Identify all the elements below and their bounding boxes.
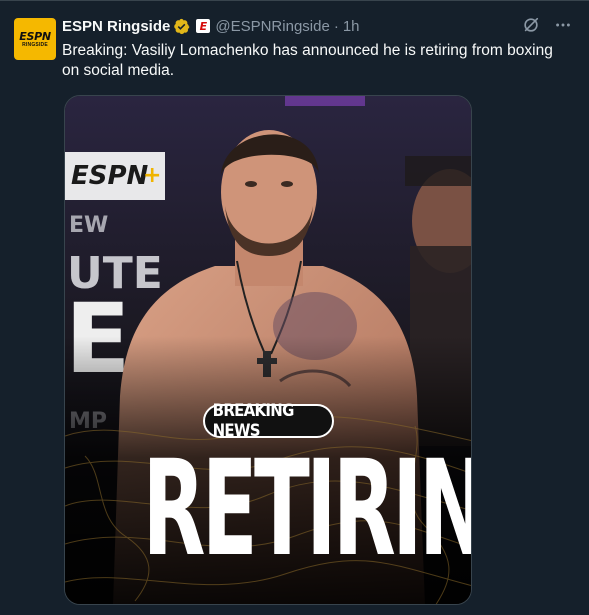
background-sign-text: ESPN bbox=[71, 161, 149, 191]
author-handle[interactable]: @ESPNRingside bbox=[215, 18, 329, 35]
avatar-logo-subtext: RINGSIDE bbox=[22, 41, 48, 48]
verified-badge-icon[interactable] bbox=[173, 18, 190, 35]
tweet-text: Breaking: Vasiliy Lomachenko has announc… bbox=[62, 42, 553, 79]
tweet-media-image[interactable]: ESPN + EW UTE E MP bbox=[64, 95, 472, 605]
tweet-content: ESPN Ringside E @ESPNRingside · 1h Break… bbox=[62, 15, 573, 81]
tweet-time[interactable]: 1h bbox=[343, 18, 360, 35]
more-icon[interactable] bbox=[553, 15, 573, 35]
avatar-logo-text: ESPN bbox=[19, 29, 51, 43]
tweet-actions bbox=[521, 15, 573, 35]
svg-text:+: + bbox=[143, 163, 161, 188]
affiliate-mark: E bbox=[199, 19, 208, 33]
svg-text:EW: EW bbox=[69, 213, 108, 238]
author-name[interactable]: ESPN Ringside bbox=[62, 18, 170, 35]
tweet-card[interactable]: ESPN RINGSIDE ESPN Ringside E @ESPNRings… bbox=[0, 0, 589, 615]
media-headline: RETIRING bbox=[142, 432, 471, 586]
grok-icon[interactable] bbox=[521, 15, 541, 35]
affiliate-badge[interactable]: E bbox=[196, 19, 211, 33]
tweet-header: ESPN Ringside E @ESPNRingside · 1h bbox=[62, 15, 573, 37]
separator-dot: · bbox=[333, 17, 339, 35]
avatar[interactable]: ESPN RINGSIDE bbox=[14, 18, 56, 60]
